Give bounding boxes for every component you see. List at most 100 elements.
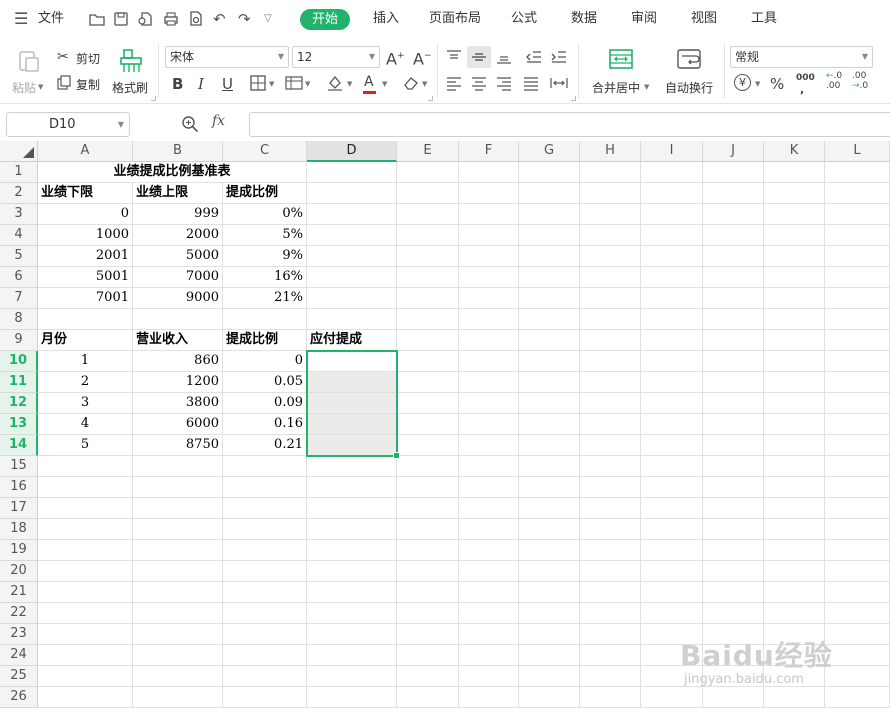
row-header-1[interactable]: 1 — [0, 162, 38, 183]
decrease-decimal-icon[interactable]: .00 →.0 — [852, 71, 868, 91]
cell[interactable] — [459, 540, 519, 561]
cell[interactable] — [519, 204, 580, 225]
cell[interactable] — [38, 582, 133, 603]
cell[interactable] — [641, 309, 703, 330]
cell[interactable] — [459, 393, 519, 414]
cell[interactable] — [397, 162, 459, 183]
cell[interactable] — [223, 603, 307, 624]
cell[interactable] — [825, 477, 890, 498]
table2-header-cell[interactable]: 应付提成 — [307, 330, 397, 351]
table1-cell[interactable]: 7000 — [133, 267, 223, 288]
table2-cell[interactable]: 860 — [133, 351, 223, 372]
cell[interactable] — [133, 498, 223, 519]
row-header-7[interactable]: 7 — [0, 288, 38, 309]
cell[interactable] — [133, 603, 223, 624]
table2-cell[interactable]: 8750 — [133, 435, 223, 456]
table2-cell[interactable]: 0.21 — [223, 435, 307, 456]
cell[interactable] — [641, 687, 703, 708]
cell[interactable] — [580, 687, 641, 708]
cell[interactable] — [703, 498, 764, 519]
border-dropdown-icon[interactable]: ▼ — [269, 80, 274, 88]
cell[interactable] — [825, 393, 890, 414]
cell[interactable] — [703, 162, 764, 183]
cell[interactable] — [825, 414, 890, 435]
row-header-25[interactable]: 25 — [0, 666, 38, 687]
cell[interactable] — [703, 372, 764, 393]
cell[interactable] — [223, 456, 307, 477]
cell[interactable] — [519, 519, 580, 540]
payable-commission-cell[interactable] — [307, 372, 397, 393]
table1-cell[interactable]: 2000 — [133, 225, 223, 246]
table2-cell[interactable]: 0.16 — [223, 414, 307, 435]
cell[interactable] — [764, 267, 825, 288]
payable-commission-cell[interactable] — [307, 435, 397, 456]
cell[interactable] — [38, 498, 133, 519]
thousands-separator-icon[interactable]: 000 — [796, 69, 815, 87]
column-header-g[interactable]: G — [519, 141, 580, 162]
cell[interactable] — [703, 246, 764, 267]
cell[interactable] — [580, 267, 641, 288]
row-header-4[interactable]: 4 — [0, 225, 38, 246]
cell[interactable] — [580, 603, 641, 624]
row-header-13[interactable]: 13 — [0, 414, 38, 435]
row-header-12[interactable]: 12 — [0, 393, 38, 414]
cell[interactable] — [397, 582, 459, 603]
cell[interactable] — [397, 267, 459, 288]
cell[interactable] — [38, 603, 133, 624]
cell[interactable] — [764, 561, 825, 582]
italic-icon[interactable]: I — [198, 75, 204, 93]
cell[interactable] — [825, 288, 890, 309]
cell[interactable] — [38, 624, 133, 645]
cell[interactable] — [307, 561, 397, 582]
table1-cell[interactable]: 0% — [223, 204, 307, 225]
border-icon[interactable] — [250, 75, 266, 91]
cell[interactable] — [519, 666, 580, 687]
cell[interactable] — [38, 687, 133, 708]
table2-cell[interactable]: 5 — [38, 435, 133, 456]
cell[interactable] — [580, 666, 641, 687]
percent-icon[interactable]: % — [770, 75, 784, 93]
payable-commission-cell[interactable] — [307, 414, 397, 435]
cell[interactable] — [641, 288, 703, 309]
cell[interactable] — [764, 519, 825, 540]
column-header-j[interactable]: J — [703, 141, 764, 162]
cell[interactable] — [519, 288, 580, 309]
cell[interactable] — [459, 477, 519, 498]
cell[interactable] — [397, 666, 459, 687]
column-header-a[interactable]: A — [38, 141, 133, 162]
cell[interactable] — [519, 687, 580, 708]
cell[interactable] — [825, 519, 890, 540]
select-all-corner[interactable] — [0, 141, 38, 162]
cell[interactable] — [825, 435, 890, 456]
cell[interactable] — [307, 624, 397, 645]
cell[interactable] — [825, 582, 890, 603]
cell[interactable] — [397, 309, 459, 330]
cell[interactable] — [703, 456, 764, 477]
cell[interactable] — [580, 435, 641, 456]
column-header-i[interactable]: I — [641, 141, 703, 162]
cell[interactable] — [764, 393, 825, 414]
align-right-icon[interactable] — [495, 74, 513, 92]
cell[interactable] — [641, 204, 703, 225]
cell[interactable] — [397, 540, 459, 561]
wrap-text-button[interactable]: 自动换行 — [665, 79, 713, 96]
cell[interactable] — [133, 309, 223, 330]
cell[interactable] — [38, 519, 133, 540]
cell[interactable] — [223, 477, 307, 498]
table1-cell[interactable]: 1000 — [38, 225, 133, 246]
decrease-indent-icon[interactable] — [525, 48, 543, 66]
cell[interactable] — [397, 288, 459, 309]
row-header-10[interactable]: 10 — [0, 351, 38, 372]
paste-icon[interactable] — [16, 48, 42, 74]
cell[interactable] — [825, 246, 890, 267]
cell[interactable] — [764, 477, 825, 498]
tab-home[interactable]: 开始 — [300, 9, 351, 30]
cell[interactable] — [223, 645, 307, 666]
cell[interactable] — [580, 645, 641, 666]
row-header-20[interactable]: 20 — [0, 561, 38, 582]
cell[interactable] — [307, 183, 397, 204]
cell[interactable] — [580, 246, 641, 267]
cell[interactable] — [641, 225, 703, 246]
file-menu[interactable]: 文件 — [38, 0, 64, 38]
cell[interactable] — [307, 267, 397, 288]
